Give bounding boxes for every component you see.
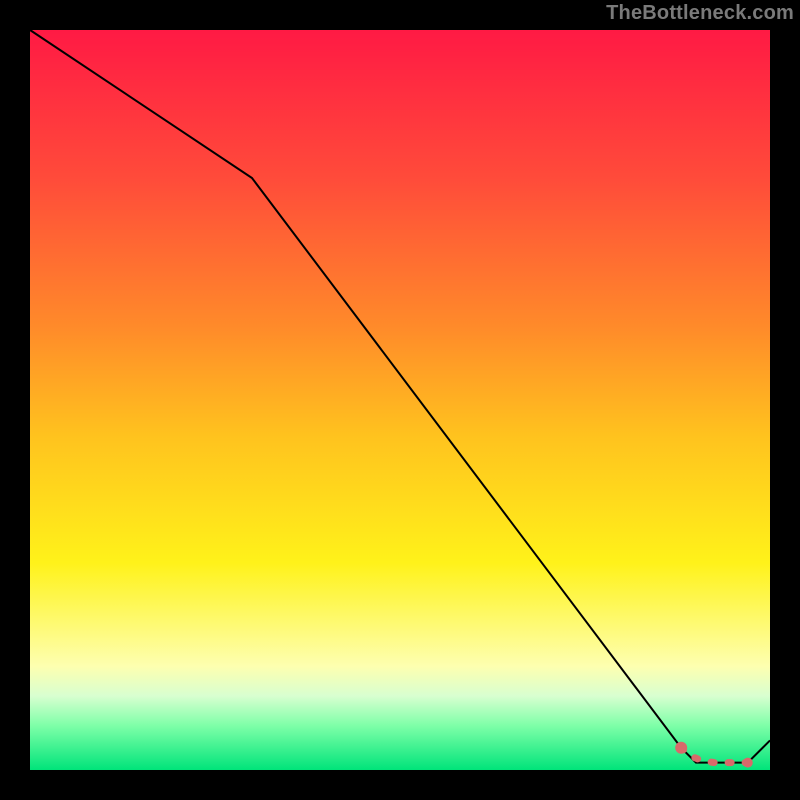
bottleneck-chart	[0, 0, 800, 800]
trough-start-dot	[675, 742, 687, 754]
plot-background	[30, 30, 770, 770]
trough-end-dot	[743, 758, 753, 768]
chart-stage: TheBottleneck.com	[0, 0, 800, 800]
